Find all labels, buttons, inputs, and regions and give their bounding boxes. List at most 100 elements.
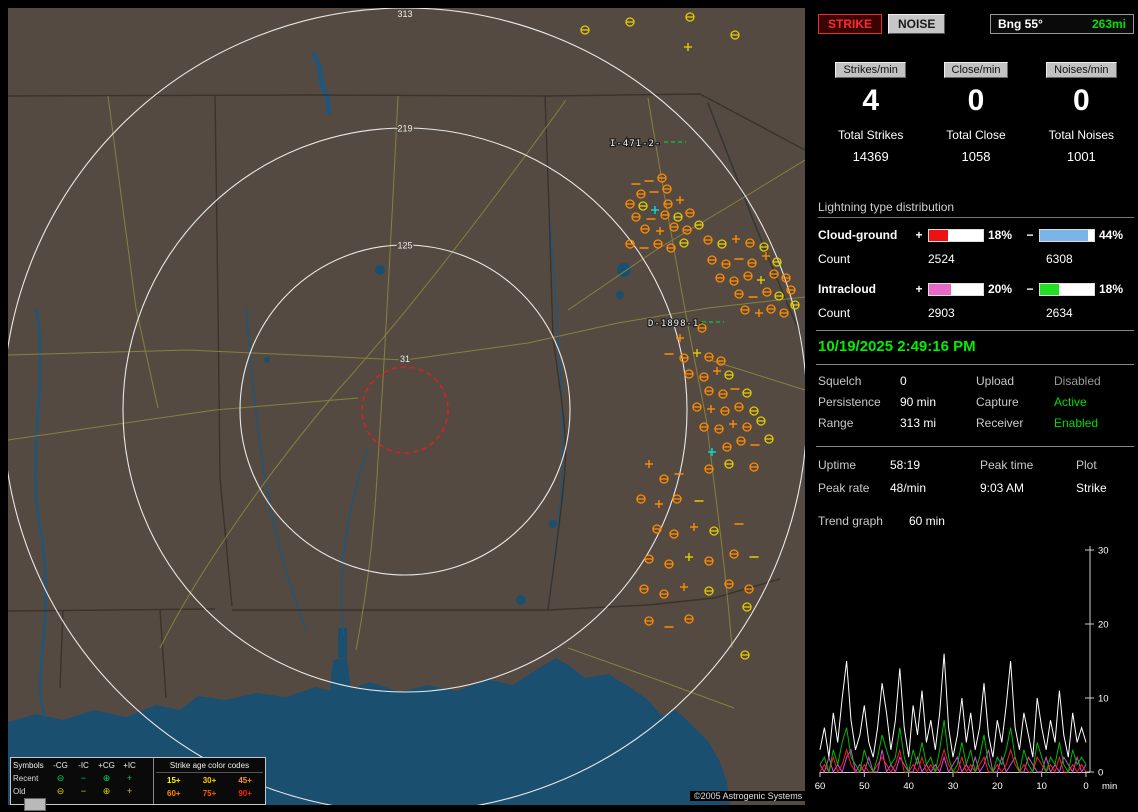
svg-text:20: 20 xyxy=(992,781,1003,792)
distribution-title: Lightning type distribution xyxy=(818,200,1134,218)
uptime-value: 58:19 xyxy=(890,458,921,472)
trend-graph-label: Trend graph xyxy=(818,514,883,528)
copyright-text: ©2005 Astrogenic Systems xyxy=(690,791,807,801)
svg-text:219: 219 xyxy=(397,124,412,134)
uptime-label: Uptime xyxy=(818,458,857,472)
strike-toggle-button[interactable]: STRIKE xyxy=(818,14,883,34)
minus-sign: − xyxy=(1026,282,1034,296)
lightning-map[interactable]: 313 219 125 31 I-471-2- D-1898-1- Symbols -CG… xyxy=(8,8,805,805)
noises-per-min-value: 0 xyxy=(1072,84,1090,117)
peak-rate-value: 48/min xyxy=(890,481,927,495)
session-stats-grid: Uptime 58:19 Peak time Plot Peak rate 48… xyxy=(818,458,1134,495)
legend-age-title: Strike age color codes xyxy=(156,759,263,773)
total-noises-label: Total Noises xyxy=(1048,128,1115,142)
ic-negative-count: 2634 xyxy=(1046,306,1073,320)
legend-old-symbols: ⊖ − ⊕ + xyxy=(56,786,133,796)
peak-time-value: 9:03 AM xyxy=(980,481,1025,495)
range-label: Range xyxy=(818,416,854,430)
total-strikes-label: Total Strikes xyxy=(837,128,904,142)
plus-sign: + xyxy=(915,228,923,242)
peak-rate-label: Peak rate xyxy=(818,481,870,495)
bearing-readout[interactable]: Bng 55° 263mi xyxy=(990,14,1134,34)
ic-negative-bar xyxy=(1039,282,1095,296)
divider xyxy=(816,364,1134,365)
capture-label: Capture xyxy=(976,395,1019,409)
svg-text:31: 31 xyxy=(400,354,410,364)
legend-col-pcg: +CG xyxy=(98,761,115,770)
legend-col-pic: +IC xyxy=(123,761,136,770)
svg-text:40: 40 xyxy=(903,781,914,792)
legend-col-ncg: -CG xyxy=(53,761,68,770)
plot-label: Plot xyxy=(1076,458,1097,472)
plus-sign: + xyxy=(915,282,923,296)
cg-positive-count: 2524 xyxy=(928,252,955,266)
svg-text:30: 30 xyxy=(1098,546,1109,557)
receiver-label: Receiver xyxy=(976,416,1024,430)
ic-count-label: Count xyxy=(818,306,851,320)
intracloud-count-row: Count 2903 2634 xyxy=(818,306,1134,320)
total-close-value: 1058 xyxy=(961,149,991,164)
ic-positive-bar xyxy=(928,282,984,296)
cg-positive-bar xyxy=(928,228,984,242)
close-per-min-value: 0 xyxy=(967,84,985,117)
svg-text:10: 10 xyxy=(1098,694,1109,705)
ic-negative-pct: 18% xyxy=(1099,282,1124,296)
svg-text:50: 50 xyxy=(859,781,870,792)
storm-cell-labels: I-471-2- D-1898-1- xyxy=(609,138,724,330)
close-per-min-chip[interactable]: Close/min xyxy=(943,62,1009,78)
legend-col-nic: -IC xyxy=(78,761,89,770)
total-strikes-value: 14369 xyxy=(852,149,889,164)
svg-text:0: 0 xyxy=(1098,768,1103,779)
svg-text:D-1898-1-: D-1898-1- xyxy=(648,319,706,329)
trend-graph-chart: 30 20 10 0 60 50 40 30 20 10 0 min xyxy=(815,546,1118,793)
legend-age-row-2: 60+ 75+ 90+ xyxy=(167,789,252,798)
minus-sign: − xyxy=(1026,228,1034,242)
cg-negative-pct: 44% xyxy=(1099,228,1124,242)
svg-text:I-471-2-: I-471-2- xyxy=(610,139,661,149)
trend-graph-window: 60 min xyxy=(908,514,945,528)
range-value: 313 mi xyxy=(900,416,937,430)
cg-positive-pct: 18% xyxy=(988,228,1013,242)
strikes-per-min-value: 4 xyxy=(862,84,879,117)
intracloud-label: Intracloud xyxy=(818,282,877,296)
svg-text:313: 313 xyxy=(397,9,412,19)
strikes-per-min-chip[interactable]: Strikes/min xyxy=(835,62,906,78)
current-datetime: 10/19/2025 2:49:16 PM xyxy=(818,338,976,355)
ic-positive-count: 2903 xyxy=(928,306,955,320)
map-canvas[interactable]: 313 219 125 31 I-471-2- D-1898-1- xyxy=(8,8,805,805)
bearing-label: Bng 55° xyxy=(998,17,1043,31)
legend-row-old: Old xyxy=(13,787,26,796)
legend-symbols-title: Symbols xyxy=(13,761,44,770)
trend-graph-header: Trend graph 60 min xyxy=(818,514,1134,528)
receiver-value: Enabled xyxy=(1054,416,1099,430)
taskbar-fragment xyxy=(24,798,46,811)
cg-negative-count: 6308 xyxy=(1046,252,1073,266)
water-bodies xyxy=(8,263,730,805)
total-noises-value: 1001 xyxy=(1066,149,1096,164)
peak-time-label: Peak time xyxy=(980,458,1034,472)
svg-text:10: 10 xyxy=(1036,781,1047,792)
svg-text:60: 60 xyxy=(815,781,826,792)
noises-per-min-chip[interactable]: Noises/min xyxy=(1046,62,1117,78)
upload-value: Disabled xyxy=(1054,374,1101,388)
squelch-value: 0 xyxy=(900,374,907,388)
bearing-distance: 263mi xyxy=(1091,17,1126,31)
squelch-label: Squelch xyxy=(818,374,862,388)
cloud-ground-count-row: Count 2524 6308 xyxy=(818,252,1134,266)
legend-age-row-1: 15+ 30+ 45+ xyxy=(167,776,252,785)
svg-text:30: 30 xyxy=(948,781,959,792)
ic-positive-pct: 20% xyxy=(988,282,1013,296)
persistence-label: Persistence xyxy=(818,395,881,409)
legend-row-recent: Recent xyxy=(13,774,39,783)
svg-text:min: min xyxy=(1102,781,1117,792)
total-close-label: Total Close xyxy=(946,128,1006,142)
legend-age-codes: Strike age color codes 15+ 30+ 45+ 60+ 75+ 9… xyxy=(154,758,265,804)
persistence-value: 90 min xyxy=(900,395,937,409)
legend-recent-symbols: ⊖ − ⊕ + xyxy=(56,773,133,783)
svg-text:0: 0 xyxy=(1083,781,1088,792)
intracloud-row: Intracloud + 20% − 18% xyxy=(818,282,1134,296)
divider xyxy=(816,446,1134,447)
upload-label: Upload xyxy=(976,374,1015,388)
svg-text:20: 20 xyxy=(1098,620,1109,631)
noise-toggle-button[interactable]: NOISE xyxy=(888,14,946,34)
